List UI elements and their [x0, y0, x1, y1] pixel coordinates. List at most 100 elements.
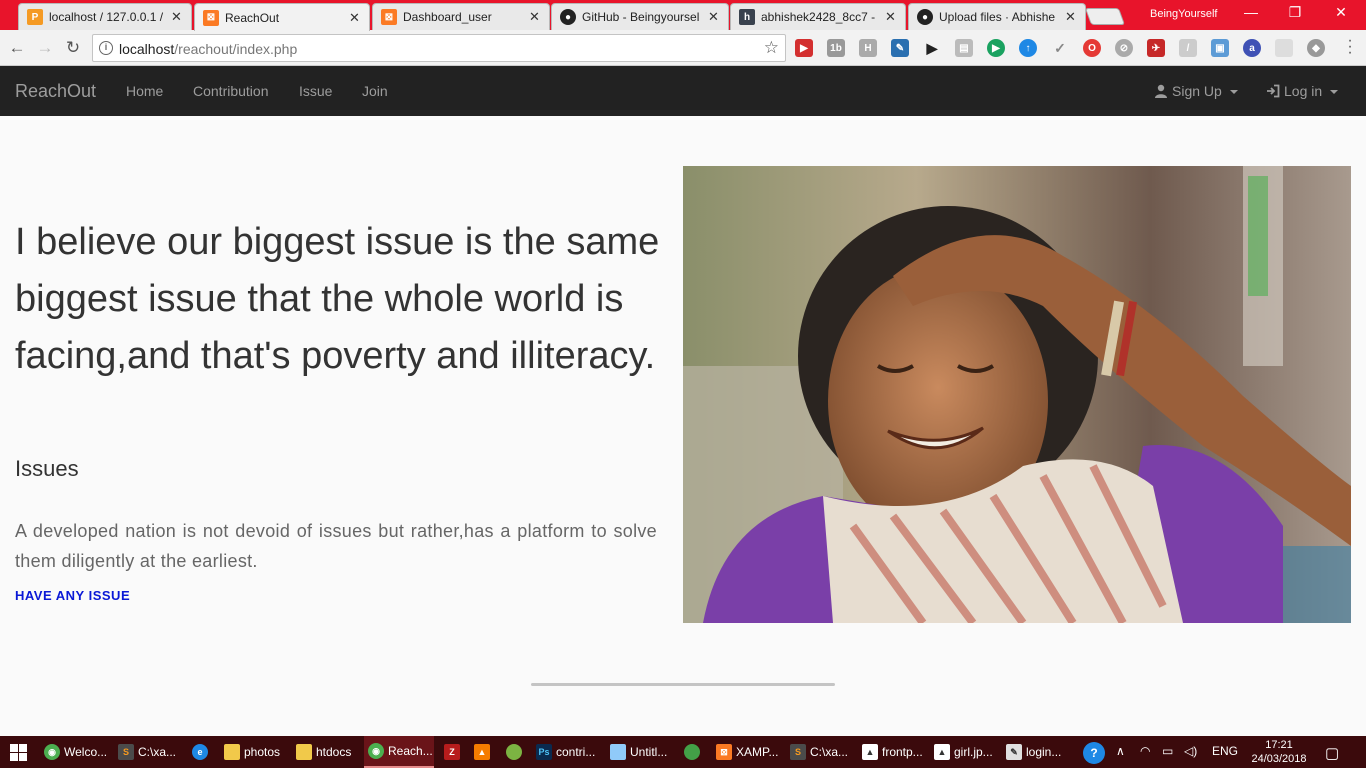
extension-icon[interactable]: ↑ — [1019, 39, 1037, 57]
extension-icon[interactable]: ▣ — [1211, 39, 1229, 57]
extension-icon[interactable]: 1b — [827, 39, 845, 57]
close-icon[interactable]: ✕ — [885, 9, 897, 25]
photoshop-icon: Ps — [536, 744, 552, 760]
address-bar[interactable]: i localhost/reachout/index.php ☆ — [92, 34, 786, 62]
filezilla-icon: Z — [444, 744, 460, 760]
extension-icon[interactable]: ⊘ — [1115, 39, 1133, 57]
hackerrank-icon: h — [739, 9, 755, 25]
notifications-icon[interactable]: ▢ — [1325, 744, 1339, 762]
extension-icon[interactable]: H — [859, 39, 877, 57]
chrome-icon: ◉ — [368, 743, 384, 759]
tab-github[interactable]: ● GitHub - Beingyoursel ✕ — [551, 3, 729, 30]
back-icon[interactable]: ← — [6, 37, 28, 59]
reload-icon[interactable]: ↻ — [62, 37, 84, 59]
taskbar-item[interactable]: htdocs — [292, 736, 358, 768]
taskbar-item[interactable]: ✎ login... — [1002, 736, 1068, 768]
wifi-icon[interactable]: ◠ — [1140, 744, 1150, 758]
taskbar-item[interactable]: ▲ girl.jp... — [930, 736, 996, 768]
bookmark-star-icon[interactable]: ☆ — [764, 38, 779, 58]
taskbar-item[interactable]: Ps contri... — [532, 736, 602, 768]
minimize-icon[interactable]: — — [1236, 4, 1266, 20]
taskbar-item[interactable]: Z — [440, 736, 464, 768]
taskbar-item[interactable] — [502, 736, 528, 768]
tab-upload-files[interactable]: ● Upload files · Abhishe ✕ — [908, 3, 1086, 30]
url-text[interactable]: localhost/reachout/index.php — [119, 41, 297, 57]
have-any-issue-link[interactable]: HAVE ANY ISSUE — [15, 588, 130, 603]
tab-reachout[interactable]: ⊠ ReachOut ✕ — [194, 3, 370, 31]
extension-icon[interactable]: ▶ — [795, 39, 813, 57]
taskbar-item[interactable]: photos — [220, 736, 286, 768]
chrome-menu-icon[interactable]: · · · — [1346, 33, 1354, 61]
language-indicator[interactable]: ENG — [1212, 744, 1238, 758]
taskbar-item[interactable]: ▲ frontp... — [858, 736, 928, 768]
tab-dashboard-user[interactable]: ⊠ Dashboard_user ✕ — [372, 3, 550, 30]
close-window-icon[interactable]: ✕ — [1326, 4, 1356, 21]
sublime-icon: S — [118, 744, 134, 760]
extension-icon[interactable]: ◆ — [1307, 39, 1325, 57]
nav-join[interactable]: Join — [362, 83, 388, 99]
signup-dropdown[interactable]: Sign Up — [1154, 83, 1238, 99]
nav-home[interactable]: Home — [126, 83, 163, 99]
login-dropdown[interactable]: Log in — [1266, 83, 1339, 99]
taskbar-item[interactable]: S C:\xa... — [786, 736, 852, 768]
close-icon[interactable]: ✕ — [171, 9, 183, 25]
nav-issue[interactable]: Issue — [299, 83, 332, 99]
taskbar-item[interactable]: e — [188, 736, 216, 768]
opera-icon[interactable]: O — [1083, 39, 1101, 57]
sublime-icon: S — [790, 744, 806, 760]
github-icon: ● — [917, 9, 933, 25]
extension-icon[interactable]: ✈ — [1147, 39, 1165, 57]
windows-taskbar: ◉ Welco... S C:\xa... e photos htdocs ◉ … — [0, 736, 1366, 768]
taskbar-item[interactable]: ⊠ XAMP... — [712, 736, 782, 768]
close-icon[interactable]: ✕ — [529, 9, 541, 25]
carousel-indicator[interactable] — [531, 683, 835, 686]
vlc-icon: ▲ — [474, 744, 490, 760]
taskbar-item[interactable]: ▲ — [470, 736, 494, 768]
restore-icon[interactable]: ❐ — [1280, 4, 1310, 21]
issues-subheading: Issues — [15, 456, 79, 481]
info-icon[interactable]: i — [99, 41, 113, 55]
new-tab-button[interactable] — [1084, 8, 1126, 25]
show-hidden-icons[interactable]: ∧ — [1116, 744, 1125, 758]
volume-icon[interactable]: ◁) — [1184, 744, 1197, 758]
clock[interactable]: 17:21 24/03/2018 — [1249, 738, 1309, 766]
taskbar-item[interactable]: ◉ Reach... — [364, 736, 434, 768]
taskbar-item[interactable]: Untitl... — [606, 736, 676, 768]
brand-link[interactable]: ReachOut — [15, 81, 96, 102]
forward-icon[interactable]: → — [34, 37, 56, 59]
clock-date: 24/03/2018 — [1251, 753, 1307, 765]
woman-smiling-photo — [683, 166, 1351, 623]
taskbar-item[interactable]: S C:\xa... — [114, 736, 184, 768]
eyedropper-icon[interactable]: ✎ — [891, 39, 909, 57]
close-icon[interactable]: ✕ — [349, 10, 361, 26]
checkmark-icon[interactable]: ✓ — [1051, 39, 1069, 57]
login-label: Log in — [1284, 83, 1323, 99]
extension-icon[interactable]: a — [1243, 39, 1261, 57]
close-icon[interactable]: ✕ — [708, 9, 720, 25]
close-icon[interactable]: ✕ — [1065, 9, 1077, 25]
tab-hackerrank[interactable]: h abhishek2428_8cc7 - N ✕ — [730, 3, 906, 30]
chrome-icon: ◉ — [44, 744, 60, 760]
paint-icon: ✎ — [1006, 744, 1022, 760]
nav-contribution[interactable]: Contribution — [193, 83, 269, 99]
xampp-icon: ⊠ — [716, 744, 732, 760]
clock-time: 17:21 — [1265, 739, 1293, 751]
extension-icon[interactable]: ▤ — [955, 39, 973, 57]
taskbar-item[interactable] — [680, 736, 708, 768]
caret-down-icon — [1229, 90, 1238, 94]
profile-name[interactable]: BeingYourself — [1150, 8, 1217, 20]
extension-icon[interactable]: / — [1179, 39, 1197, 57]
taskbar-item[interactable]: ◉ Welco... — [40, 736, 112, 768]
extension-icon[interactable] — [1275, 39, 1293, 57]
help-icon[interactable]: ? — [1083, 742, 1105, 764]
windows-start-icon[interactable] — [10, 744, 27, 761]
tab-phpmyadmin[interactable]: P localhost / 127.0.0.1 / ✕ — [18, 3, 192, 30]
hero-headline: I believe our biggest issue is the same … — [15, 221, 660, 377]
phpmyadmin-icon: P — [27, 9, 43, 25]
extension-icon[interactable]: ▶ — [923, 39, 941, 57]
caret-down-icon — [1330, 90, 1339, 94]
battery-icon[interactable]: ▭ — [1162, 744, 1173, 758]
extension-icon[interactable]: ▶ — [987, 39, 1005, 57]
login-icon — [1267, 84, 1280, 98]
hero-photo — [683, 166, 1351, 623]
